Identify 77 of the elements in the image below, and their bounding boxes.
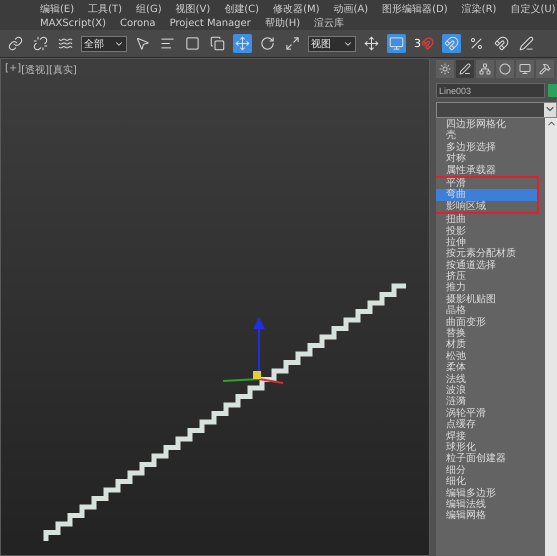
circle-icon (499, 63, 511, 75)
modifier-list-item[interactable]: 材质 (436, 339, 545, 351)
menu-item[interactable]: 自定义(U) (510, 2, 556, 16)
motion-tab[interactable] (496, 60, 514, 78)
modify-tab[interactable] (456, 60, 474, 78)
modifier-list-item[interactable]: 按元素分配材质 (436, 248, 545, 260)
menu-item[interactable]: 渲云库 (314, 16, 344, 30)
modifier-list-item[interactable]: 波浪 (436, 384, 545, 396)
viewport-label[interactable]: [透视] (21, 63, 49, 77)
modifier-list-item[interactable]: 推力 (436, 282, 545, 294)
selection-filter-dropdown[interactable]: 全部 (81, 36, 127, 52)
modifier-list-item[interactable]: 属性承载器 (436, 164, 545, 176)
unlink-icon[interactable] (31, 34, 50, 53)
modifier-list-item[interactable]: 曲面变形 (436, 316, 545, 328)
viewport-label[interactable]: [真实] (49, 63, 77, 77)
modifier-list-item[interactable]: 细分 (436, 464, 545, 476)
create-tab[interactable] (436, 60, 454, 78)
modifier-list-item[interactable]: 编辑法线 (436, 498, 545, 510)
monitor-icon (519, 63, 531, 75)
hierarchy-tab[interactable] (476, 60, 494, 78)
modifier-list-item[interactable]: 晶格 (436, 305, 545, 317)
modifier-list-item[interactable]: 编辑多边形 (436, 488, 545, 499)
menu-item[interactable]: 创建(C) (224, 2, 260, 16)
modifier-list-item[interactable]: 粒子面创建器 (436, 453, 545, 465)
menu-item[interactable]: Corona (120, 18, 156, 28)
object-color-swatch[interactable] (548, 84, 557, 97)
modifier-list-item[interactable]: 球形化 (436, 442, 545, 454)
menu-item[interactable]: 渲染(R) (462, 2, 496, 16)
modifier-list-item[interactable]: 平滑 (436, 178, 537, 190)
object-name-field[interactable]: Line003 (436, 83, 545, 98)
modifier-list-item[interactable]: 按通道选择 (436, 260, 545, 272)
modifier-list-item[interactable]: 细化 (436, 476, 545, 488)
modifier-list-item[interactable]: 涡轮平滑 (436, 408, 545, 420)
menu-item[interactable]: 动画(A) (334, 2, 368, 16)
modifier-list-dropdown[interactable] (436, 102, 557, 118)
modifier-list-item[interactable]: 投影 (436, 226, 545, 237)
modifier-list-item[interactable]: 焊接 (436, 430, 545, 442)
modifier-list-item[interactable]: 壳 (436, 130, 545, 142)
modifier-list-item[interactable]: 柔体 (436, 362, 545, 374)
modifier-list-item[interactable]: 扭曲 (436, 214, 545, 226)
modifier-list-item[interactable]: 四边形网格化 (436, 119, 545, 130)
viewport-label[interactable]: [+] (5, 63, 22, 77)
menu-item[interactable]: Project Manager (170, 18, 251, 28)
menu-item[interactable]: MAXScript(X) (40, 18, 106, 28)
modifier-list-item[interactable]: 多边形选择 (436, 142, 545, 154)
menu-item[interactable]: 帮助(H) (264, 16, 300, 30)
reference-coordinate-dropdown[interactable]: 视图 (308, 36, 356, 52)
modifier-list-item[interactable]: 对称 (436, 153, 545, 165)
sun-icon (439, 63, 451, 75)
pen-icon (459, 63, 471, 75)
hierarchy-icon (479, 63, 491, 75)
modifier-list-item[interactable]: 涟漪 (436, 396, 545, 408)
magnet-icon (421, 37, 434, 50)
modifier-list-item[interactable]: 替换 (436, 328, 545, 340)
modifier-list-item[interactable]: 点缓存 (436, 419, 545, 431)
modifier-list-item[interactable]: 松弛 (436, 350, 545, 362)
modifier-list-item[interactable]: 影响区域 (436, 200, 537, 212)
modifier-list-item[interactable]: 编辑网格 (436, 510, 545, 522)
menu-item[interactable]: 图形编辑器(D) (382, 2, 448, 16)
scrollbar[interactable] (545, 118, 557, 556)
modifier-list-item[interactable]: 法线 (436, 374, 545, 385)
menu-item[interactable]: 工具(T) (88, 2, 122, 16)
menu-item[interactable]: 组(G) (136, 2, 162, 16)
modifier-list-item[interactable]: 弯曲 (436, 189, 537, 201)
menu-item[interactable]: 视图(V) (176, 2, 210, 16)
transform-gizmo-drawing (222, 317, 284, 384)
perspective-viewport[interactable]: [+][透视][真实] (0, 58, 430, 556)
modifier-list-item[interactable]: 拉伸 (436, 236, 545, 248)
snap-toggle[interactable]: 3 (412, 35, 436, 52)
utilities-tab[interactable] (536, 60, 554, 78)
modifier-list-item[interactable]: 摄影机贴图 (436, 294, 545, 306)
modifier-list-item[interactable]: 挤压 (436, 271, 545, 282)
menu-item[interactable]: 修改器(M) (273, 2, 320, 16)
display-tab[interactable] (516, 60, 534, 78)
link-icon[interactable] (6, 34, 25, 53)
hammer-icon (539, 63, 551, 75)
menu-item[interactable]: 编辑(E) (40, 2, 74, 16)
